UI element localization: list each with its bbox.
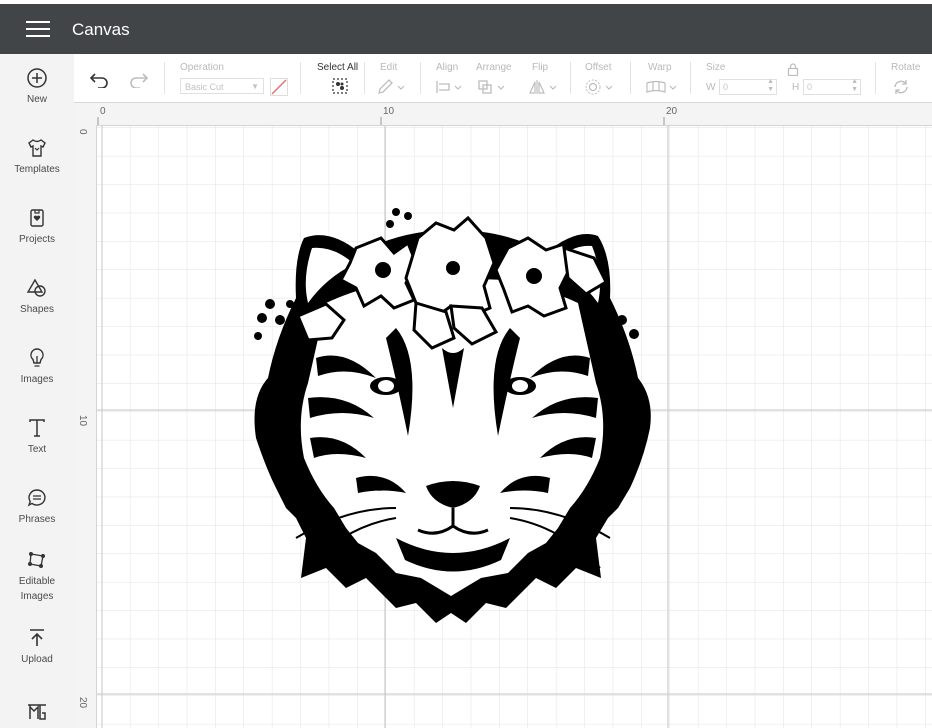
operation-label: Operation [180,62,224,73]
editable-image-icon [28,552,45,568]
ruler-top-label-0: 0 [100,106,106,117]
sidebar-item-upload[interactable]: Upload [0,626,74,667]
chevron-down-icon: ▼ [251,82,259,91]
sidebar-item-templates[interactable]: Templates [0,136,74,177]
redo-icon[interactable] [128,70,150,88]
edit-label: Edit [380,62,398,73]
warp-icon[interactable] [644,78,680,96]
edit-pencil-icon[interactable] [376,78,406,96]
ruler-left-label-0: 0 [77,129,88,135]
arrange-label: Arrange [476,62,512,73]
select-all-icon[interactable] [331,77,349,95]
width-value: 0 [723,82,729,92]
operation-color-swatch[interactable] [270,78,288,96]
ruler-top-label-10: 10 [383,106,395,117]
app-header: Canvas [0,4,932,54]
toolbar-divider [364,62,365,94]
sidebar-item-label: Upload [21,654,53,665]
arrange-icon[interactable] [476,78,508,96]
toolbar-divider [300,62,301,94]
rotate-label: Rotate [891,62,921,73]
sidebar-item-label: Templates [14,164,60,175]
height-value: 0 [807,82,813,92]
rotate-icon[interactable] [892,78,910,96]
stepper-icon[interactable]: ▲ ▼ [767,78,774,94]
operation-value: Basic Cut [185,82,224,92]
sidebar-item-new[interactable]: New [0,66,74,107]
sidebar-item-editable-images[interactable]: Editable Images [0,548,74,604]
toolbar-divider [164,62,165,94]
sidebar-item-label: Phrases [18,514,56,525]
upload-icon [30,629,44,646]
shapes-icon [26,278,46,297]
tiger-floral-design[interactable] [246,208,660,630]
text-icon [29,419,45,437]
project-tag-icon [30,209,44,227]
monogram-icon [28,704,46,720]
sidebar-item-projects[interactable]: Projects [0,206,74,247]
sidebar-item-shapes[interactable]: Shapes [0,276,74,317]
sidebar-item-phrases[interactable]: Phrases [0,486,74,527]
undo-icon[interactable] [88,70,110,88]
sidebar-item-images[interactable]: Images [0,346,74,387]
sidebar-item-label: Text [27,444,47,455]
sidebar-item-label: Shapes [20,304,54,315]
sidebar-item-label: Editable [18,576,56,587]
app-title: Canvas [72,20,130,39]
sidebar-item-label: Images [20,374,54,385]
ruler-ticks [97,117,665,125]
width-input[interactable]: 0 ▲ ▼ [719,78,777,95]
flip-label: Flip [532,62,549,73]
plus-circle-icon [27,68,47,88]
toolbar-divider [630,62,631,94]
sidebar-item-text[interactable]: Text [0,416,74,457]
ruler-top-label-20: 20 [666,106,678,117]
hamburger-menu-icon[interactable] [22,18,56,40]
flip-icon[interactable] [528,78,560,96]
operation-select[interactable]: Basic Cut ▼ [180,78,264,94]
edit-toolbar: Operation Basic Cut ▼ Select All Edit Al… [74,54,932,103]
lock-icon[interactable] [787,63,799,76]
toolbar-divider [690,62,691,94]
ruler-left-label-20: 20 [77,697,88,709]
lightbulb-icon [30,348,44,367]
sidebar-item-label-line2: Images [20,591,54,602]
size-label: Size [706,62,726,73]
ruler-left-label-10: 10 [77,415,88,427]
left-sidebar: New Templates Projects Shapes Images Tex… [0,54,75,728]
offset-icon[interactable] [584,78,616,96]
width-label: W [706,82,716,93]
sidebar-item-label: New [26,94,47,105]
horizontal-ruler: 0 10 20 [74,103,932,126]
speech-bubble-icon [27,489,46,507]
select-all-label: Select All [317,62,359,73]
toolbar-divider [570,62,571,94]
offset-label: Offset [585,62,612,73]
toolbar-divider [875,62,876,94]
sidebar-item-label: Projects [18,234,56,245]
align-label: Align [436,62,459,73]
height-label: H [792,82,800,93]
sidebar-item-monogram[interactable] [0,700,74,724]
tshirt-icon [28,139,46,157]
warp-label: Warp [648,62,672,73]
height-input[interactable]: 0 ▲ ▼ [803,78,861,95]
vertical-ruler: 0 10 20 [74,125,97,728]
align-icon[interactable] [434,78,464,96]
toolbar-divider [420,62,421,94]
stepper-icon[interactable]: ▲ ▼ [851,78,858,94]
